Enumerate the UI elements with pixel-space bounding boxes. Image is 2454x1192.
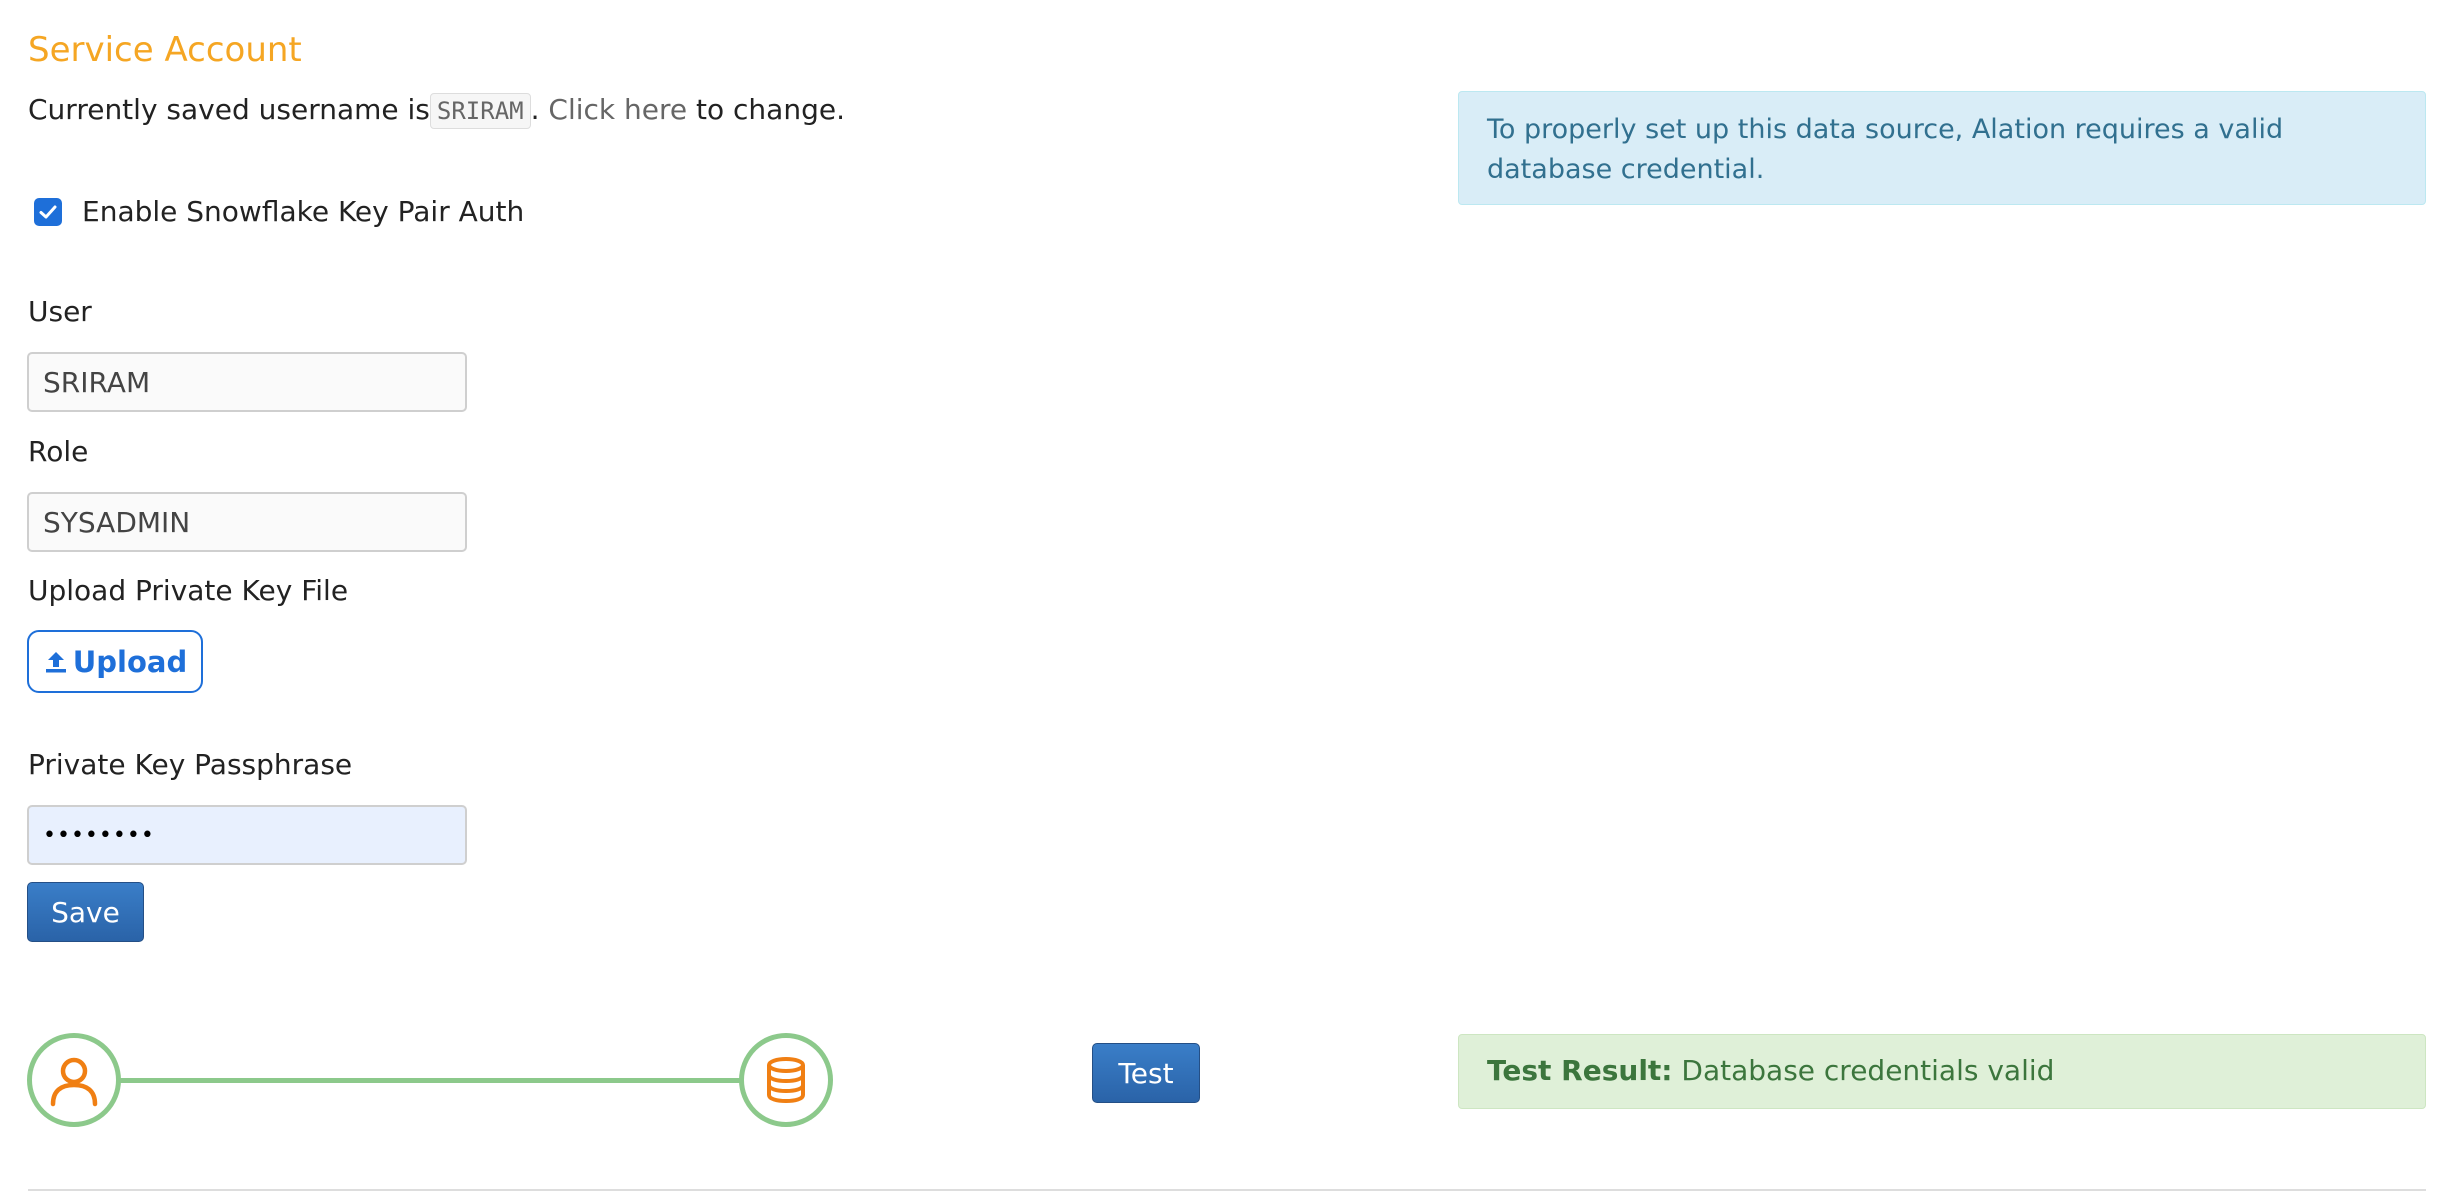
user-icon bbox=[50, 1057, 98, 1107]
saved-username-prefix: Currently saved username is bbox=[28, 93, 430, 126]
save-button[interactable]: Save bbox=[27, 882, 144, 942]
key-pair-auth-row[interactable]: Enable Snowflake Key Pair Auth bbox=[34, 192, 524, 232]
test-result-label: Test Result: bbox=[1487, 1054, 1673, 1087]
credential-info-alert: To properly set up this data source, Ala… bbox=[1458, 91, 2426, 205]
passphrase-label: Private Key Passphrase bbox=[28, 748, 353, 781]
role-input[interactable] bbox=[27, 492, 467, 552]
user-label: User bbox=[28, 295, 92, 328]
passphrase-input[interactable] bbox=[27, 805, 467, 865]
user-node bbox=[27, 1033, 121, 1127]
saved-username-line: Currently saved username is SRIRAM. Click… bbox=[28, 90, 845, 130]
section-title: Service Account bbox=[28, 30, 302, 70]
database-node bbox=[739, 1033, 833, 1127]
test-result-text: Database credentials valid bbox=[1681, 1054, 2055, 1087]
change-username-link[interactable]: Click here bbox=[548, 93, 687, 126]
user-input[interactable] bbox=[27, 352, 467, 412]
role-label: Role bbox=[28, 435, 89, 468]
key-pair-auth-checkbox[interactable] bbox=[34, 198, 62, 226]
upload-button[interactable]: Upload bbox=[27, 630, 203, 693]
upload-label: Upload Private Key File bbox=[28, 574, 349, 607]
database-icon bbox=[767, 1057, 805, 1104]
test-result-alert: Test Result: Database credentials valid bbox=[1458, 1034, 2426, 1109]
section-divider bbox=[28, 1189, 2426, 1191]
saved-username-separator: . bbox=[530, 93, 540, 126]
test-button[interactable]: Test bbox=[1092, 1043, 1200, 1103]
service-account-page: Service Account Currently saved username… bbox=[0, 0, 2454, 1192]
upload-icon bbox=[45, 651, 66, 672]
checkmark-icon bbox=[39, 205, 57, 219]
saved-username-suffix: to change. bbox=[696, 93, 845, 126]
connection-line bbox=[120, 1078, 742, 1083]
key-pair-auth-label: Enable Snowflake Key Pair Auth bbox=[82, 195, 525, 228]
saved-username-code: SRIRAM bbox=[429, 93, 531, 129]
upload-button-label: Upload bbox=[72, 644, 188, 679]
